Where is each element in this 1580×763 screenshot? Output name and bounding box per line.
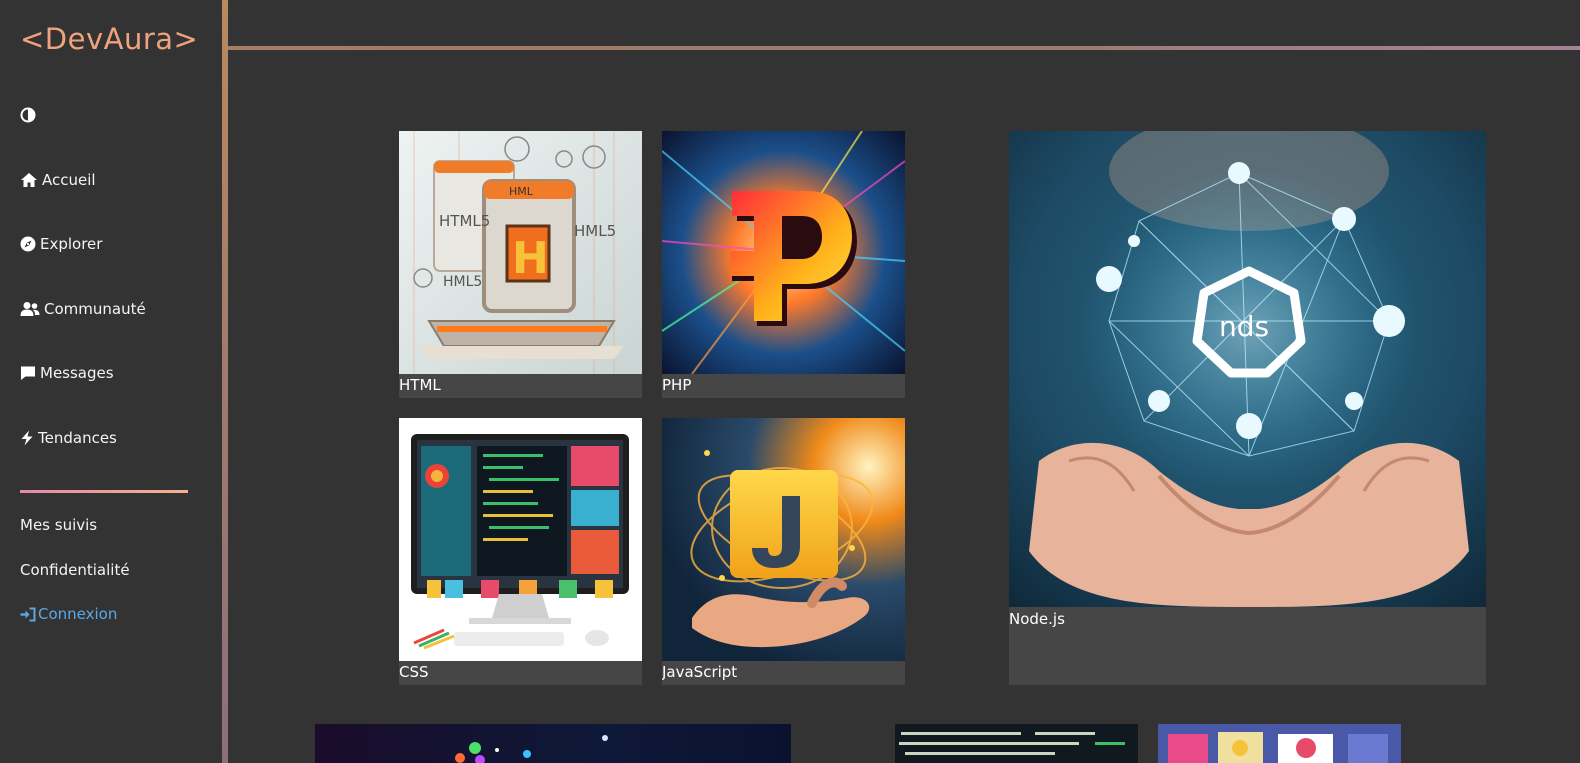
topic-card-javascript[interactable]: JavaScript bbox=[662, 418, 905, 685]
home-icon bbox=[21, 173, 37, 187]
login-label: Connexion bbox=[38, 605, 118, 623]
svg-text:HML5: HML5 bbox=[574, 222, 616, 240]
theme-toggle[interactable] bbox=[20, 107, 40, 123]
sidebar-item-confidentialite[interactable]: Confidentialité bbox=[20, 561, 130, 579]
compass-icon bbox=[20, 236, 36, 252]
card-label: Node.js bbox=[1009, 610, 1065, 628]
bolt-icon bbox=[21, 430, 33, 446]
card-image-css bbox=[399, 418, 642, 661]
nav-item-messages[interactable]: Messages bbox=[20, 364, 114, 382]
topic-card-nodejs[interactable]: nds Node.js bbox=[1009, 131, 1486, 685]
sidebar-divider bbox=[20, 490, 188, 493]
nav-item-label: Accueil bbox=[42, 171, 96, 189]
topic-card-partial[interactable] bbox=[315, 724, 791, 763]
sidebar-item-mes-suivis[interactable]: Mes suivis bbox=[20, 516, 97, 534]
nav-item-label: Communauté bbox=[44, 300, 146, 318]
card-label: HTML bbox=[399, 376, 441, 394]
login-link[interactable]: Connexion bbox=[20, 605, 117, 623]
card-label: JavaScript bbox=[662, 663, 738, 681]
svg-text:nds: nds bbox=[1219, 310, 1269, 343]
contrast-icon bbox=[20, 107, 36, 123]
card-image-nodejs: nds bbox=[1009, 131, 1486, 607]
card-image-html: HML H HML5 HTML5 HML5 bbox=[399, 131, 642, 374]
card-label: CSS bbox=[399, 663, 429, 681]
svg-text:HML: HML bbox=[509, 185, 534, 198]
sidebar-border bbox=[222, 0, 228, 763]
nav-item-tendances[interactable]: Tendances bbox=[20, 429, 117, 447]
header-border bbox=[228, 46, 1580, 50]
nav-item-label: Explorer bbox=[40, 235, 103, 253]
topic-card-css[interactable]: CSS bbox=[399, 418, 642, 685]
nav-item-explorer[interactable]: Explorer bbox=[20, 235, 102, 253]
users-icon bbox=[20, 302, 40, 316]
card-image-php bbox=[662, 131, 905, 374]
nav-item-label: Messages bbox=[40, 364, 114, 382]
nav-item-communaute[interactable]: Communauté bbox=[20, 300, 146, 318]
card-label: PHP bbox=[662, 376, 692, 394]
topic-card-partial[interactable] bbox=[895, 724, 1138, 763]
svg-text:H: H bbox=[512, 233, 549, 284]
topic-card-partial[interactable] bbox=[1158, 724, 1401, 763]
sign-in-icon bbox=[20, 607, 36, 621]
svg-text:HML5: HML5 bbox=[443, 274, 482, 290]
svg-text:HTML5: HTML5 bbox=[439, 212, 490, 230]
message-icon bbox=[21, 366, 35, 380]
nav-item-label: Tendances bbox=[38, 429, 117, 447]
topic-card-html[interactable]: HML H HML5 HTML5 HML5 HTML bbox=[399, 131, 642, 398]
card-image-javascript bbox=[662, 418, 905, 661]
nav-item-accueil[interactable]: Accueil bbox=[20, 171, 96, 189]
site-logo[interactable]: <DevAura> bbox=[20, 22, 198, 56]
topic-card-php[interactable]: PHP bbox=[662, 131, 905, 398]
sidebar: <DevAura> Accueil Explorer Communauté Me… bbox=[0, 0, 222, 763]
